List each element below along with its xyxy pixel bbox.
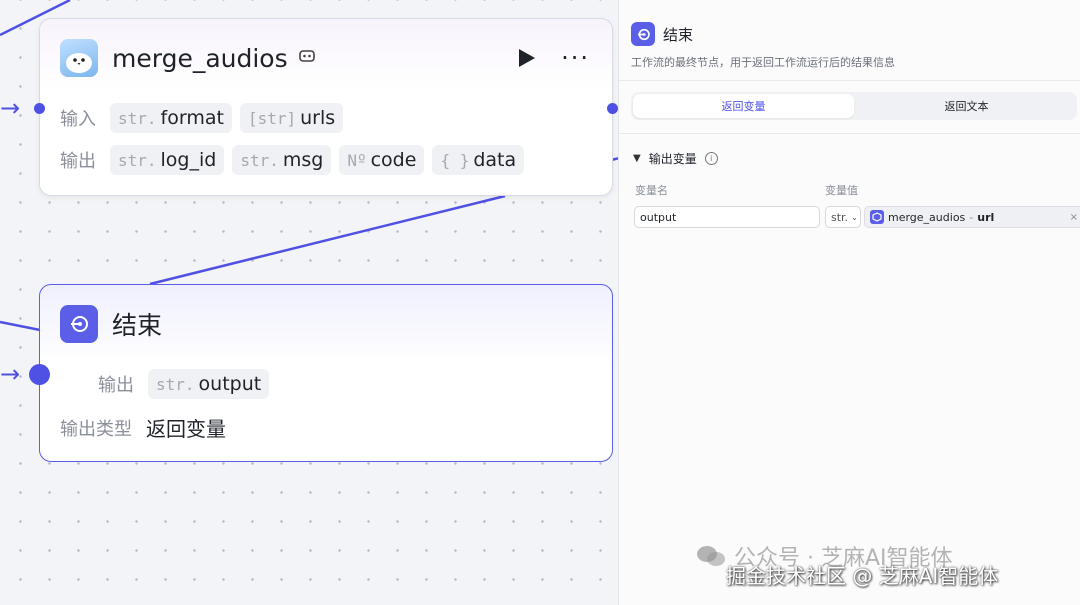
plugin-cube-icon: [870, 210, 884, 224]
wechat-icon: [696, 544, 726, 568]
output-param: Nº code: [339, 145, 425, 175]
watermark-juejin: 掘金技术社区 @ 芝麻AI智能体: [726, 564, 999, 588]
tab-return-text[interactable]: 返回文本: [856, 92, 1077, 120]
run-node-icon[interactable]: [519, 49, 536, 67]
edge-arrow-icon: →: [0, 360, 21, 388]
output-param: str. output: [148, 369, 270, 399]
robot-icon: [298, 47, 316, 70]
output-variables-section[interactable]: ▼ 输出变量 i: [633, 150, 718, 167]
end-node-icon: [60, 305, 98, 343]
output-kind-row: 输出类型 返回变量: [60, 413, 226, 442]
merge-output-port[interactable]: [607, 103, 618, 114]
merge-input-port[interactable]: [34, 103, 45, 114]
merge-audios-node[interactable]: merge_audios ··· 输入 str. format [str] urls…: [39, 18, 613, 196]
divider: [619, 80, 1080, 81]
output-kind-value: 返回变量: [146, 417, 226, 441]
clear-reference-icon[interactable]: ×: [1070, 212, 1078, 223]
more-options-icon[interactable]: ···: [561, 46, 590, 70]
col-label-name: 变量名: [635, 184, 668, 197]
outputs-label: 输出: [60, 151, 96, 172]
panel-description: 工作流的最终节点，用于返回工作流运行后的结果信息: [631, 56, 895, 69]
edge-arrow-icon: →: [0, 94, 21, 122]
info-icon[interactable]: i: [704, 152, 718, 165]
end-input-port[interactable]: [29, 364, 50, 385]
tab-return-variable[interactable]: 返回变量: [633, 94, 854, 118]
outputs-row: 输出 str. log_id str. msg Nº code { } data: [60, 145, 525, 175]
variable-type-select[interactable]: str. ⌄: [825, 206, 861, 228]
output-label: 输出: [98, 375, 134, 396]
output-mode-tabs: 返回变量 返回文本: [631, 92, 1077, 120]
node-title: merge_audios: [112, 43, 288, 73]
output-kind-label: 输出类型: [60, 418, 132, 440]
output-param: str. log_id: [110, 145, 225, 175]
inputs-row: 输入 str. format [str] urls: [60, 103, 344, 133]
variable-reference-field[interactable]: merge_audios - url ×: [864, 206, 1080, 228]
output-param: { } data: [432, 145, 525, 175]
node-title: 结束: [112, 311, 163, 340]
workflow-canvas[interactable]: merge_audios ··· 输入 str. format [str] urls…: [0, 0, 620, 605]
divider: [619, 133, 1080, 134]
col-label-value: 变量值: [825, 184, 858, 197]
chevron-down-icon: ⌄: [851, 212, 858, 222]
panel-title: 结束: [663, 25, 694, 44]
chevron-down-icon[interactable]: ▼: [633, 153, 641, 164]
end-node[interactable]: 结束 输出 str. output 输出类型 返回变量: [39, 284, 613, 462]
section-title: 输出变量: [648, 152, 697, 166]
output-param: str. msg: [232, 145, 332, 175]
inputs-label: 输入: [60, 109, 96, 130]
end-node-icon: [631, 22, 655, 46]
plugin-avatar-icon: [60, 39, 98, 77]
variable-name-input[interactable]: output: [634, 206, 820, 228]
node-config-panel: 结束 工作流的最终节点，用于返回工作流运行后的结果信息 返回变量 返回文本 ▼ …: [618, 0, 1080, 605]
end-output-row: 输出 str. output: [98, 369, 270, 399]
input-param: str. format: [110, 103, 232, 133]
input-param: [str] urls: [239, 103, 344, 133]
